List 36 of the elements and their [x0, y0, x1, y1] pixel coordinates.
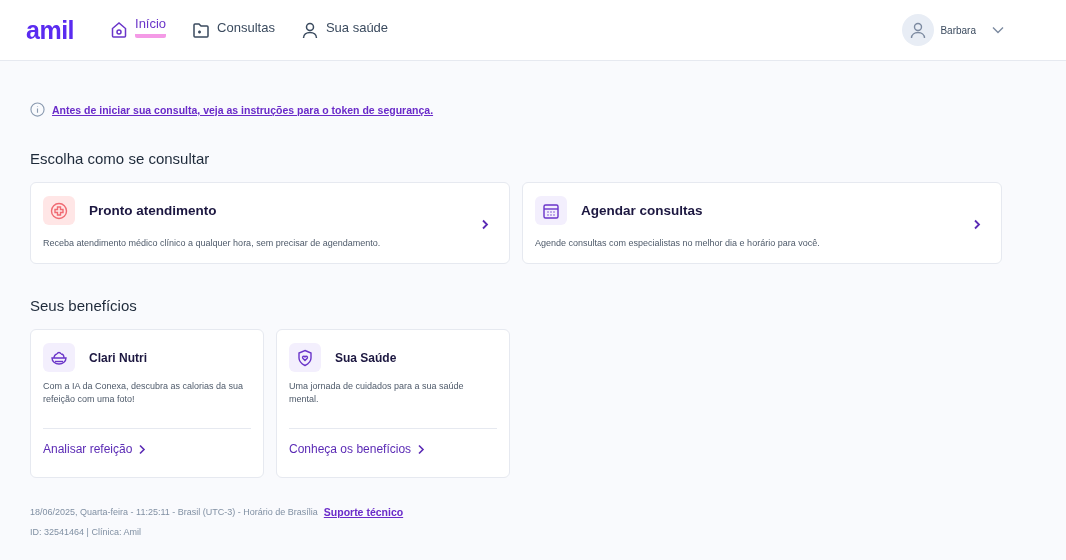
person-icon [300, 21, 319, 39]
card-description: Uma jornada de cuidados para a sua saúde mental. [289, 380, 465, 406]
avatar[interactable] [902, 14, 935, 46]
card-action-link[interactable]: Analisar refeição [43, 442, 147, 456]
chevron-down-icon[interactable] [992, 26, 1004, 34]
logo[interactable]: amil [26, 17, 75, 43]
card-description: Com a IA da Conexa, descubra as calorias da sua refeição com uma foto! [43, 380, 245, 406]
nav-tab[interactable]: Sua saúde [300, 19, 389, 41]
bowl-icon [43, 343, 75, 372]
section-heading: Escolha como se consultar [30, 150, 211, 167]
nav-tab[interactable]: Início [110, 19, 167, 41]
clinic-id: ID: 32541464 | Clínica: Amil [30, 527, 142, 537]
timestamp: 18/06/2025, Quarta-feira - 11:25:11 - Brasil (UTC-3) - Horário de Brasília [30, 507, 318, 517]
card-title: Sua Saúde [335, 350, 397, 365]
card-action-link[interactable]: Conheça os benefícios [289, 442, 426, 456]
support-link[interactable]: Suporte técnico [323, 506, 404, 518]
card-title: Pronto atendimento [89, 203, 217, 218]
chevron-right-icon [138, 443, 147, 455]
section-heading: Seus benefícios [30, 297, 138, 314]
card-description: Agende consultas com especialistas no melhor dia e horário para você. [535, 238, 821, 248]
medical-cross-icon [43, 196, 75, 225]
chevron-right-icon [973, 219, 981, 230]
card-description: Receba atendimento médico clínico a qualquer hora, sem precisar de agendamento. [43, 238, 382, 248]
nav-tab[interactable]: Consultas [192, 19, 275, 41]
card-title: Clari Nutri [89, 350, 147, 365]
folder-icon [192, 21, 211, 39]
chevron-right-icon [481, 219, 489, 230]
user-name: Barbara [940, 24, 976, 36]
service-card[interactable]: Pronto atendimento Receba atendimento médico clínico a qualquer hora, sem precisar de agendamento. [30, 182, 510, 264]
home-icon [110, 21, 129, 39]
chevron-right-icon [417, 443, 426, 455]
service-card[interactable]: Agendar consultas Agende consultas com especialistas no melhor dia e horário para você. [522, 182, 1002, 264]
security-token-link[interactable]: Antes de iniciar sua consulta, veja as instruções para o token de segurança. [52, 103, 434, 116]
calendar-icon [535, 196, 567, 225]
info-icon [30, 102, 45, 117]
card-title: Agendar consultas [581, 203, 703, 218]
